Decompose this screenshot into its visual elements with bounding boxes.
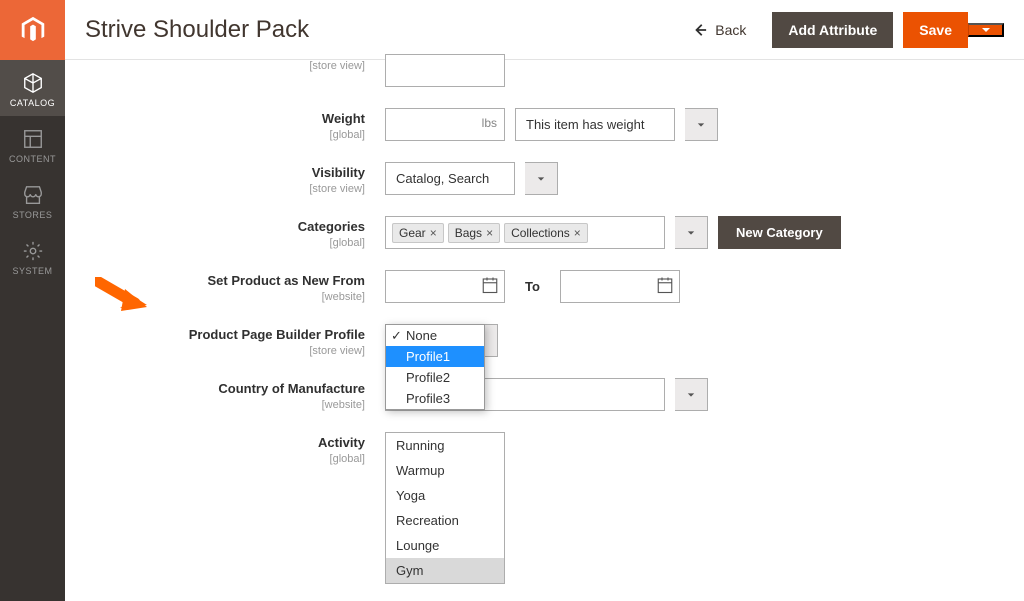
dropdown-option[interactable]: Profile3 [386,388,484,409]
sidebar-item-stores[interactable]: STORES [0,172,65,228]
scope-label: [store view] [309,60,365,72]
visibility-select[interactable]: Catalog, Search [385,162,515,195]
multiselect-option[interactable]: Warmup [386,458,504,483]
country-label: Country of Manufacture [65,381,365,396]
cube-icon [22,72,44,94]
weight-label: Weight [65,111,365,126]
triangle-down-icon [687,229,695,237]
triangle-down-icon [687,391,695,399]
annotation-arrow-icon [95,277,150,317]
to-label: To [525,279,540,294]
visibility-label: Visibility [65,165,365,180]
back-label: Back [715,22,746,38]
visibility-toggle[interactable] [525,162,558,195]
magento-logo[interactable] [0,0,65,60]
scope-label: [website] [322,399,365,411]
stores-icon [22,184,44,206]
back-button[interactable]: Back [677,12,762,48]
prev-field-input[interactable] [385,54,505,87]
product-form: [store view] Weight [global] lbs This it… [65,54,1024,601]
scope-label: [global] [330,129,365,141]
admin-sidebar: CATALOG CONTENT STORES SYSTEM [0,0,65,601]
pb-profile-label: Product Page Builder Profile [65,327,365,342]
calendar-icon[interactable] [656,276,674,294]
sidebar-label-stores: STORES [13,210,53,220]
activity-multiselect[interactable]: Running Warmup Yoga Recreation Lounge Gy… [385,432,505,584]
categories-tags[interactable]: Gear× Bags× Collections× [385,216,665,249]
sidebar-item-content[interactable]: CONTENT [0,116,65,172]
tag-remove-icon[interactable]: × [486,226,493,240]
dropdown-option[interactable]: None [386,325,484,346]
dropdown-option[interactable]: Profile1 [386,346,484,367]
weight-has-select[interactable]: This item has weight [515,108,675,141]
categories-toggle[interactable] [675,216,708,249]
main-content: Strive Shoulder Pack Back Add Attribute … [65,0,1024,601]
multiselect-option[interactable]: Gym [386,558,504,583]
weight-unit: lbs [482,116,497,130]
triangle-down-icon [981,25,991,35]
dropdown-option[interactable]: Profile2 [386,367,484,388]
save-dropdown-toggle[interactable] [968,23,1004,37]
tag-remove-icon[interactable]: × [430,226,437,240]
sidebar-label-content: CONTENT [9,154,56,164]
visibility-value: Catalog, Search [396,171,489,186]
triangle-down-icon [537,175,545,183]
multiselect-option[interactable]: Yoga [386,483,504,508]
pb-profile-dropdown: None Profile1 Profile2 Profile3 [385,324,485,410]
scope-label: [global] [330,453,365,465]
categories-label: Categories [65,219,365,234]
category-tag: Collections× [504,223,588,243]
layout-icon [22,128,44,150]
multiselect-option[interactable]: Recreation [386,508,504,533]
scope-label: [store view] [309,345,365,357]
scope-label: [global] [330,237,365,249]
category-tag: Gear× [392,223,444,243]
sidebar-item-system[interactable]: SYSTEM [0,228,65,284]
scope-label: [store view] [309,183,365,195]
triangle-down-icon [697,121,705,129]
sidebar-label-catalog: CATALOG [10,98,55,108]
gear-icon [22,240,44,262]
sidebar-label-system: SYSTEM [12,266,52,276]
multiselect-option[interactable]: Running [386,433,504,458]
magento-icon [18,15,48,45]
add-attribute-button[interactable]: Add Attribute [772,12,893,48]
activity-label: Activity [65,435,365,450]
page-header: Strive Shoulder Pack Back Add Attribute … [65,0,1024,60]
category-tag: Bags× [448,223,500,243]
weight-has-toggle[interactable] [685,108,718,141]
arrow-left-icon [693,23,707,37]
scope-label: [website] [322,291,365,303]
weight-has-value: This item has weight [526,117,645,132]
calendar-icon[interactable] [481,276,499,294]
save-button[interactable]: Save [903,12,968,48]
page-title: Strive Shoulder Pack [85,16,667,44]
country-toggle[interactable] [675,378,708,411]
multiselect-option[interactable]: Lounge [386,533,504,558]
sidebar-item-catalog[interactable]: CATALOG [0,60,65,116]
tag-remove-icon[interactable]: × [574,226,581,240]
new-category-button[interactable]: New Category [718,216,841,249]
